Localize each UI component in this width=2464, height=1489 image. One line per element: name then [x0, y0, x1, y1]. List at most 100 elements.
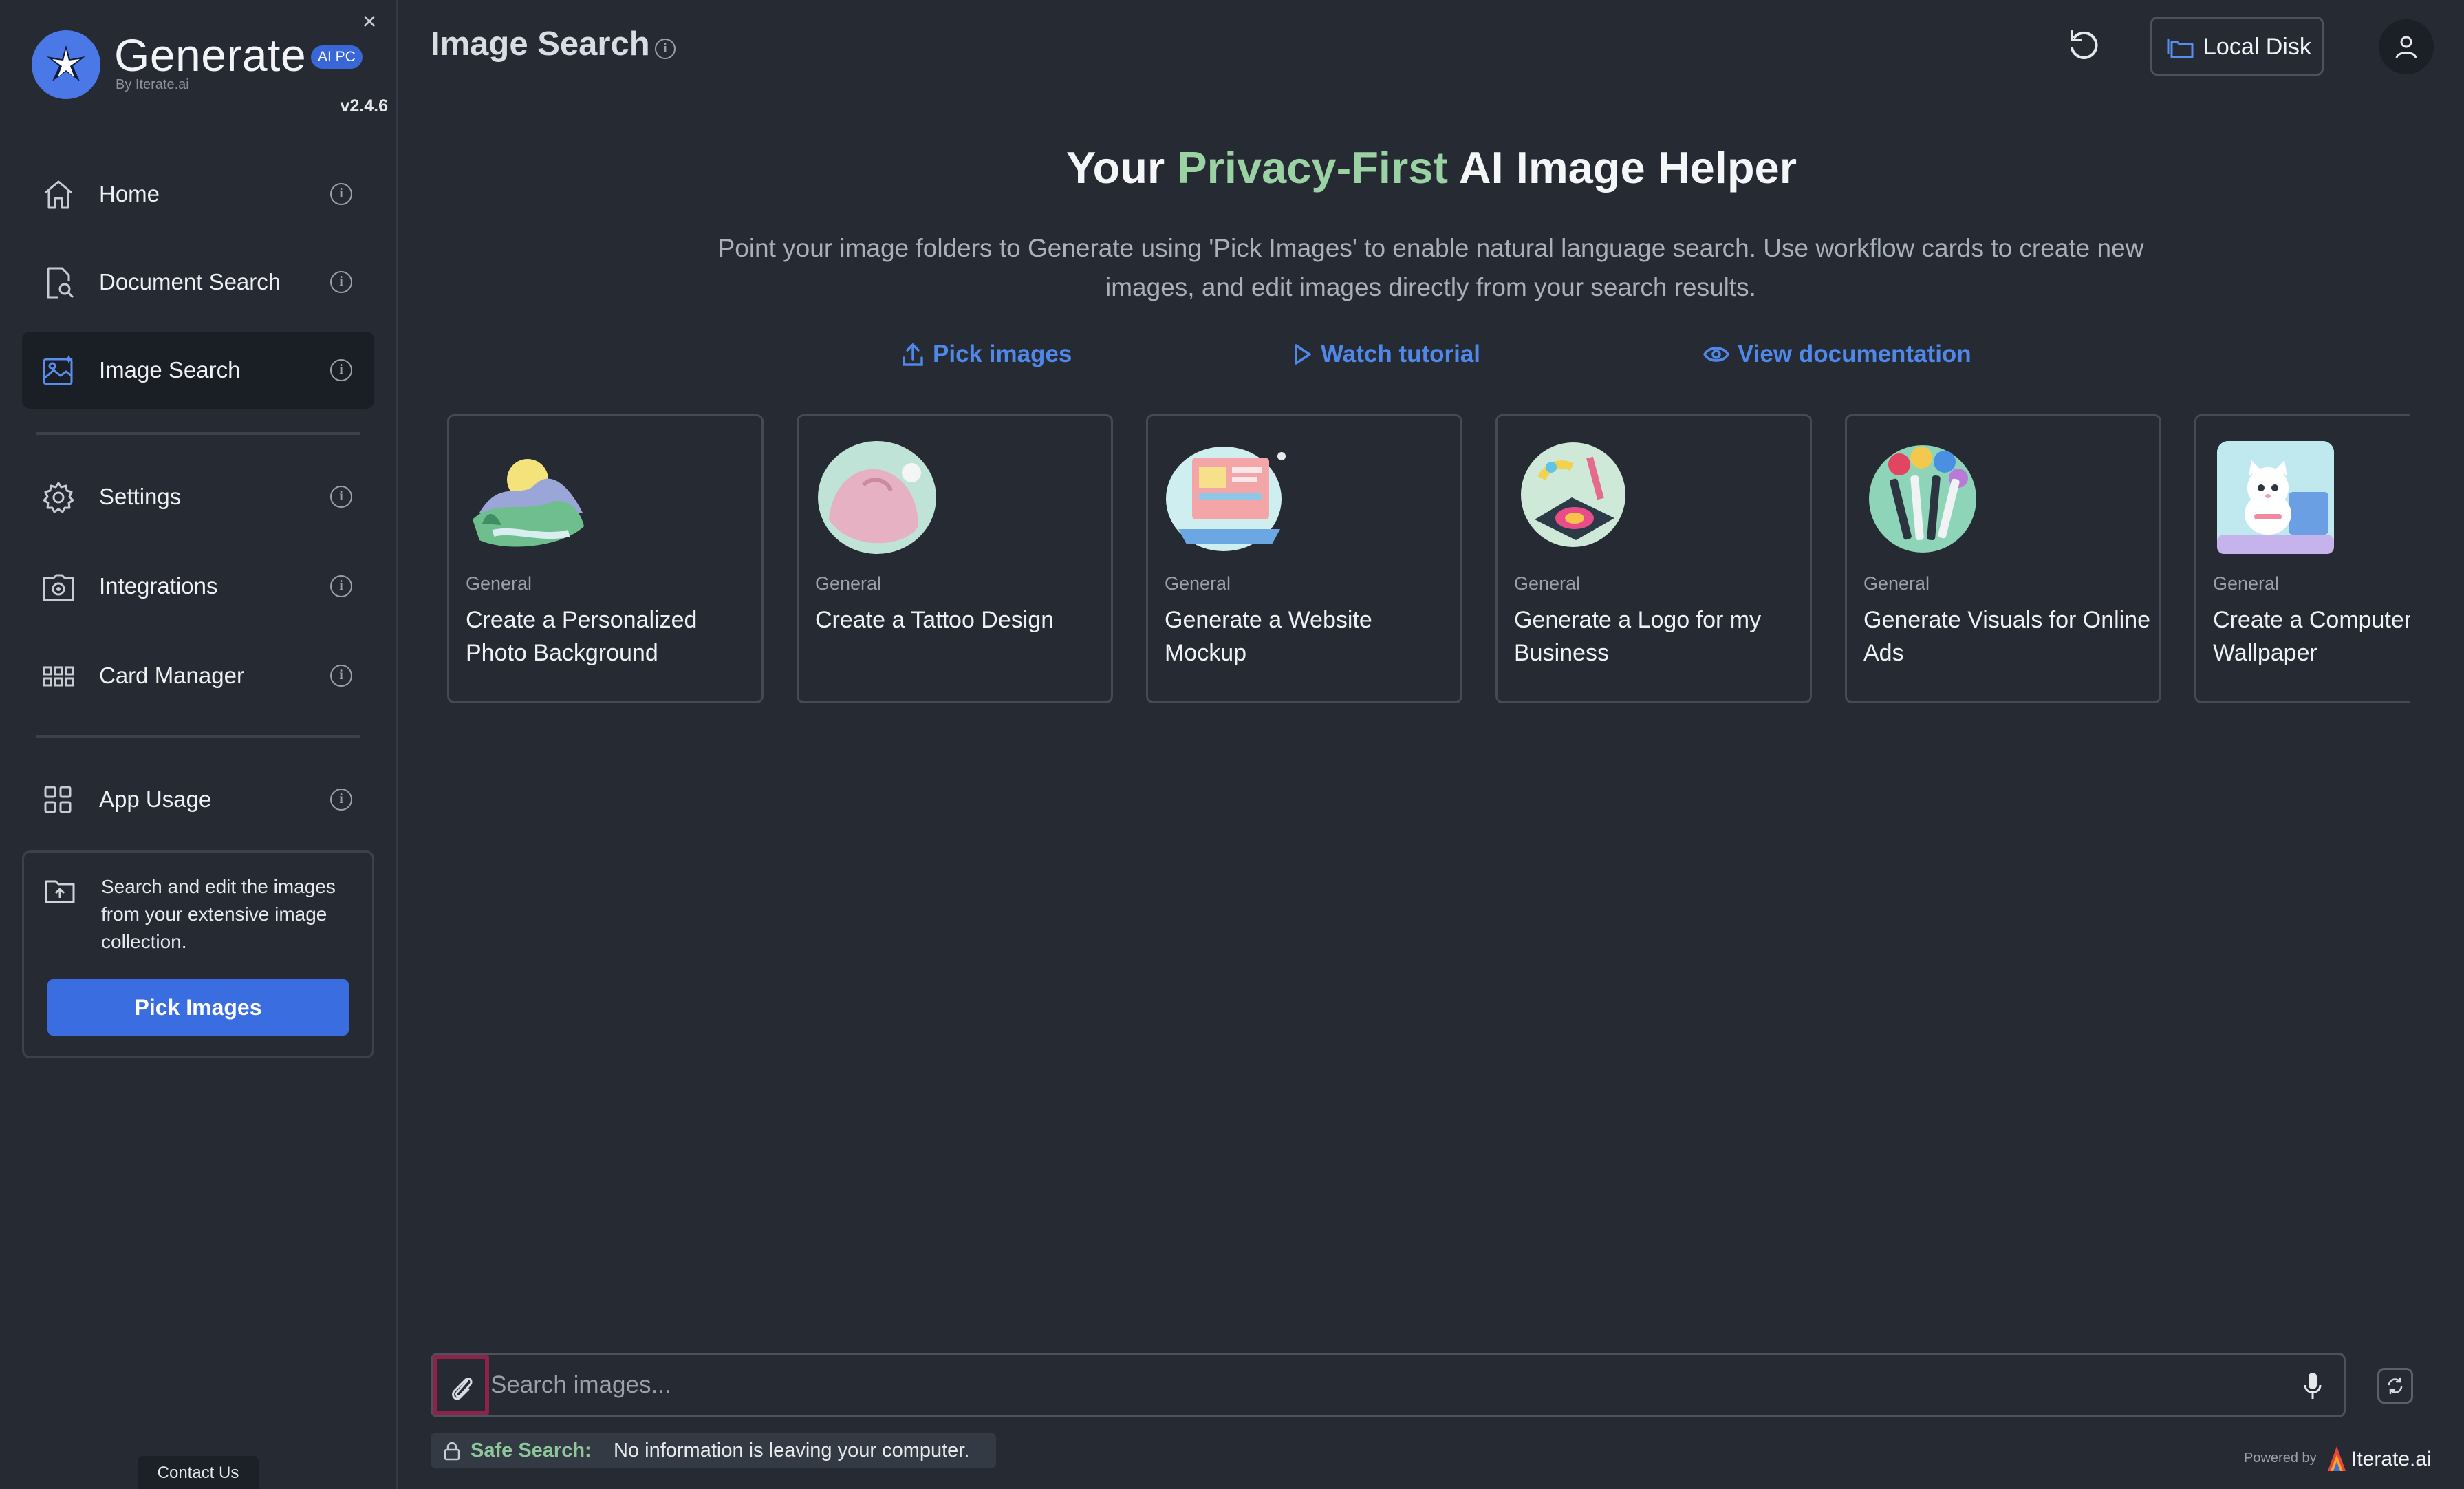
- view-documentation-link[interactable]: View documentation: [1703, 337, 1971, 372]
- iterate-logo-icon: [2328, 1446, 2346, 1471]
- card-category: General: [1165, 573, 1231, 594]
- attach-button[interactable]: [433, 1355, 489, 1415]
- play-icon: [1295, 344, 1311, 365]
- eye-icon: [1703, 347, 1729, 362]
- card-category: General: [815, 573, 882, 594]
- tattoo-illustration-icon: [818, 441, 936, 554]
- wallpaper-illustration-icon: [2217, 441, 2334, 554]
- card-title: Generate a Website Mockup: [1165, 607, 1372, 666]
- upload-icon: [903, 343, 923, 366]
- sidebar-item-label: App Usage: [99, 786, 212, 812]
- pick-images-promo: Search and edit the images from your ext…: [22, 850, 374, 1058]
- hero-title-end: AI Image Helper: [1448, 142, 1797, 193]
- card-title: Generate Visuals for Online Ads: [1863, 607, 2151, 666]
- card-category: General: [466, 573, 532, 594]
- website-mockup-illustration-icon: [1166, 447, 1286, 551]
- gear-icon: [43, 482, 74, 513]
- user-icon: [2395, 36, 2417, 58]
- info-icon[interactable]: i: [330, 183, 352, 205]
- refresh-icon[interactable]: [2065, 28, 2102, 65]
- sidebar: Generate AI PC By Iterate.ai v2.4.6 × Ho…: [0, 0, 398, 1489]
- sidebar-item-app-usage[interactable]: App Usage i: [22, 761, 374, 838]
- watch-tutorial-link[interactable]: Watch tutorial: [1292, 337, 1480, 372]
- pick-images-button[interactable]: Pick Images: [47, 979, 349, 1036]
- watch-tutorial-link-label: Watch tutorial: [1321, 341, 1481, 367]
- sidebar-item-document-search[interactable]: Document Search i: [22, 244, 374, 321]
- search-bar: [431, 1353, 2346, 1417]
- info-icon[interactable]: i: [330, 665, 352, 687]
- card-title: Create a Computer Wallpaper: [2213, 607, 2410, 666]
- card-title: Generate a Logo for my Business: [1514, 607, 1762, 666]
- info-icon[interactable]: i: [655, 39, 676, 59]
- info-icon[interactable]: i: [330, 575, 352, 597]
- sidebar-item-card-manager[interactable]: Card Manager i: [22, 637, 374, 714]
- sidebar-divider: [36, 432, 360, 435]
- integrations-icon: [43, 574, 74, 601]
- pick-images-link-label: Pick images: [933, 341, 1072, 367]
- workflow-card[interactable]: General Generate Visuals for Online Ads: [1845, 414, 2161, 703]
- sidebar-item-settings[interactable]: Settings i: [22, 458, 374, 535]
- card-category: General: [2213, 573, 2280, 594]
- card-title: Create a Tattoo Design: [815, 607, 1055, 633]
- info-icon[interactable]: i: [330, 359, 352, 381]
- document-search-icon: [47, 267, 74, 299]
- info-icon[interactable]: i: [330, 271, 352, 293]
- page-title: Image Search: [431, 25, 650, 63]
- avatar[interactable]: [2379, 19, 2434, 74]
- workflow-cards: General Create a Personalized Photo Back…: [446, 414, 2410, 705]
- apps-icon: [44, 786, 72, 813]
- workflow-card[interactable]: General Generate a Logo for my Business: [1495, 414, 1812, 703]
- home-icon: [45, 180, 72, 209]
- hero-title-accent: Privacy-First: [1177, 142, 1449, 193]
- pick-images-link[interactable]: Pick images: [901, 337, 1072, 372]
- promo-text: Search and edit the images from your ext…: [101, 876, 336, 952]
- card-title: Create a Personalized Photo Background: [466, 607, 698, 666]
- brand-byline: By Iterate.ai: [116, 77, 189, 92]
- lock-icon: [444, 1442, 460, 1461]
- grid-icon: [43, 666, 74, 687]
- sidebar-item-integrations[interactable]: Integrations i: [22, 548, 374, 625]
- powered-by-name: Iterate.ai: [2351, 1448, 2432, 1470]
- sidebar-item-label: Home: [99, 181, 160, 206]
- ad-visuals-illustration-icon: [1869, 445, 1976, 553]
- sidebar-item-home[interactable]: Home i: [22, 156, 374, 233]
- reset-search-button[interactable]: [2377, 1368, 2413, 1404]
- generate-logo-icon: [32, 30, 100, 99]
- workflow-card[interactable]: General Generate a Website Mockup: [1146, 414, 1462, 703]
- safe-search-label: Safe Search:: [471, 1439, 592, 1461]
- hero-title: Your Privacy-First AI Image Helper: [431, 142, 2432, 193]
- sync-icon: [2388, 1377, 2403, 1395]
- brand: Generate AI PC By Iterate.ai v2.4.6: [32, 28, 388, 124]
- app-window: Generate AI PC By Iterate.ai v2.4.6 × Ho…: [0, 0, 2464, 1489]
- local-disk-button[interactable]: Local Disk: [2150, 17, 2324, 76]
- workflow-card[interactable]: General Create a Tattoo Design: [797, 414, 1113, 703]
- card-category: General: [1863, 573, 1930, 594]
- powered-by-label: Powered by: [2244, 1450, 2317, 1466]
- info-icon[interactable]: i: [330, 789, 352, 811]
- paperclip-icon: [452, 1377, 473, 1400]
- close-sidebar-icon[interactable]: ×: [359, 9, 380, 34]
- workflow-card[interactable]: General Create a Personalized Photo Back…: [447, 414, 764, 703]
- search-input[interactable]: [490, 1362, 2251, 1408]
- folder-icon: [2167, 39, 2194, 58]
- sidebar-item-label: Settings: [99, 484, 182, 509]
- sidebar-item-image-search[interactable]: Image Search i: [22, 332, 374, 409]
- brand-name: Generate: [114, 30, 307, 81]
- sidebar-item-label: Document Search: [99, 269, 281, 294]
- landscape-illustration-icon: [473, 459, 584, 547]
- app-version: v2.4.6: [340, 96, 388, 116]
- folder-upload-icon: [45, 880, 75, 903]
- logo-design-illustration-icon: [1521, 442, 1625, 547]
- info-icon[interactable]: i: [330, 486, 352, 508]
- sidebar-item-label: Card Manager: [99, 663, 244, 688]
- workflow-card[interactable]: General Create a Computer Wallpaper: [2194, 414, 2410, 703]
- image-icon: [43, 355, 73, 385]
- contact-us-button[interactable]: Contact Us: [138, 1456, 259, 1489]
- hero-description: Point your image folders to Generate usi…: [717, 234, 2144, 301]
- safe-search-status: Safe Search: No information is leaving y…: [431, 1433, 996, 1468]
- view-documentation-link-label: View documentation: [1738, 341, 1971, 367]
- microphone-icon[interactable]: [2302, 1371, 2323, 1400]
- ai-pc-badge: AI PC: [311, 45, 363, 69]
- safe-search-text: No information is leaving your computer.: [614, 1439, 970, 1461]
- sidebar-divider: [36, 735, 360, 738]
